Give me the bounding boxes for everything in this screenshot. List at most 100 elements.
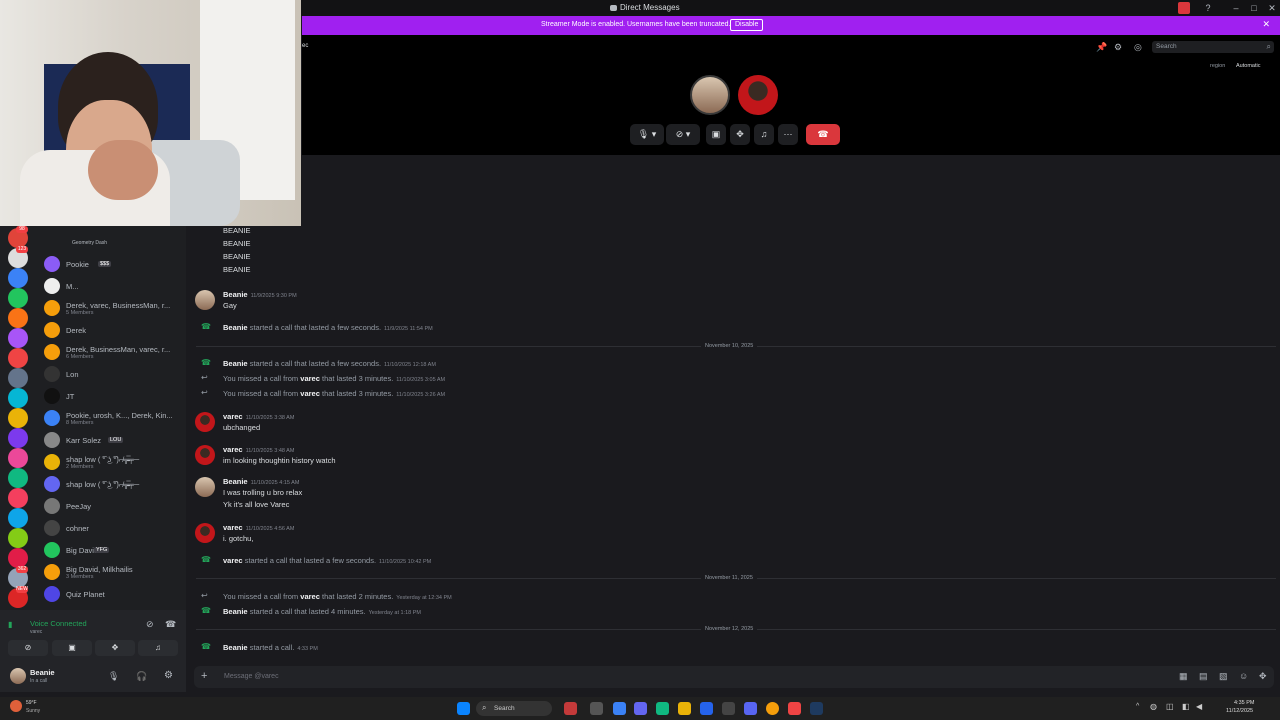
pin-icon[interactable]: 📌	[1096, 42, 1107, 53]
dm-item[interactable]: Pookie $$$	[44, 254, 184, 274]
dm-item[interactable]: Quiz Planet	[44, 584, 184, 604]
avatar[interactable]	[10, 668, 26, 684]
screen-share-button[interactable]: ▣	[706, 124, 726, 145]
voice-channel[interactable]: varec	[30, 629, 42, 635]
app-icon-3[interactable]	[788, 702, 801, 715]
voice-status[interactable]: Voice Connected	[30, 619, 87, 628]
teams-icon[interactable]	[634, 702, 647, 715]
mute-button[interactable]: 🎙 ▾	[630, 124, 664, 145]
soundboard-button[interactable]: ♫	[138, 640, 178, 656]
soundboard-button[interactable]: ♫	[754, 124, 774, 145]
chrome-icon[interactable]	[766, 702, 779, 715]
microphone-icon[interactable]: 🎙	[108, 671, 119, 682]
message-author[interactable]: varec	[223, 523, 243, 532]
dm-item[interactable]: PeeJay	[44, 496, 184, 516]
help-icon[interactable]: ?	[1202, 2, 1214, 14]
server-icon[interactable]	[8, 408, 28, 428]
region-select[interactable]: Automatic	[1236, 63, 1260, 69]
message-author[interactable]: varec	[223, 412, 243, 421]
file-explorer-icon[interactable]	[678, 702, 691, 715]
search-input[interactable]: Search ⌕	[1152, 41, 1274, 53]
volume-icon[interactable]: ◀	[1196, 702, 1202, 711]
weather-icon[interactable]	[10, 700, 22, 712]
network-icon[interactable]: ◧	[1182, 702, 1190, 711]
server-icon[interactable]	[8, 448, 28, 468]
taskbar-search[interactable]: ⌕ Search	[476, 701, 552, 716]
avatar[interactable]	[195, 523, 215, 543]
disconnect-button[interactable]: ☎	[806, 124, 840, 145]
dm-item[interactable]: Karr Solez LOU	[44, 430, 184, 450]
minimize-button[interactable]: –	[1230, 2, 1242, 14]
server-icon[interactable]	[8, 528, 28, 548]
maximize-button[interactable]: □	[1248, 2, 1260, 14]
notepad-icon[interactable]	[722, 702, 735, 715]
dm-item[interactable]: Pookie, urosh, K..., Derek, Kin... 8 Memb…	[44, 408, 184, 428]
screen-share-button[interactable]: ▣	[52, 640, 92, 656]
message-author[interactable]: varec	[300, 592, 320, 601]
message-author[interactable]: varec	[300, 389, 320, 398]
gif-icon[interactable]: ▤	[1199, 671, 1208, 682]
dm-item[interactable]: Lon	[44, 364, 184, 384]
dm-item[interactable]: ꜱhap low ( ͡° ͜ʖ ͡°)⌐̸╦̵̵̿╤─	[44, 474, 184, 494]
tray-icon-1[interactable]: ◍	[1150, 702, 1157, 711]
activities-button[interactable]: ✥	[95, 640, 135, 656]
message-author[interactable]: Beanie	[223, 477, 248, 486]
camera-toggle-button[interactable]: ⊘	[8, 640, 48, 656]
avatar[interactable]	[195, 290, 215, 310]
server-icon[interactable]	[8, 288, 28, 308]
disable-button[interactable]: Disable	[730, 19, 764, 31]
user-name[interactable]: Beanie	[30, 668, 55, 677]
disconnect-voice-icon[interactable]: ☎	[165, 619, 176, 630]
add-friends-icon[interactable]: ⚙	[1114, 42, 1122, 53]
message-author[interactable]: varec	[223, 445, 243, 454]
clock-date[interactable]: 11/12/2025	[1226, 708, 1253, 714]
server-icon[interactable]	[8, 368, 28, 388]
close-banner-icon[interactable]: ✕	[1262, 19, 1270, 30]
message-author[interactable]: Beanie	[223, 359, 248, 368]
inbox-icon[interactable]	[1178, 2, 1190, 14]
message-author[interactable]: Beanie	[223, 323, 248, 332]
gift-icon[interactable]: ▦	[1179, 671, 1188, 682]
server-icon[interactable]	[8, 308, 28, 328]
server-icon[interactable]	[8, 388, 28, 408]
dm-item[interactable]: Geometry Dash	[44, 234, 184, 254]
participant-avatar-varec[interactable]	[738, 75, 778, 115]
apps-icon[interactable]: ✥	[1259, 671, 1267, 682]
dm-item[interactable]: cohner	[44, 518, 184, 538]
server-icon[interactable]	[8, 548, 28, 568]
server-icon[interactable]	[8, 468, 28, 488]
sticker-icon[interactable]: ▧	[1219, 671, 1228, 682]
dm-item[interactable]: Big David, Milkhailis 3 Members	[44, 562, 184, 582]
discord-taskbar-icon[interactable]	[744, 702, 757, 715]
add-attachment-icon[interactable]: +	[201, 670, 207, 682]
tray-chevron-icon[interactable]: ^	[1136, 703, 1139, 710]
avatar[interactable]	[195, 477, 215, 497]
dm-item[interactable]: ꜱhap low ( ͡° ͜ʖ ͡°)⌐̸╦̵̵̿╤─ 2 Members	[44, 452, 184, 472]
message-author[interactable]: Beanie	[223, 643, 248, 652]
dm-item[interactable]: Derek, varec, BusinessMan, r... 5 Members	[44, 298, 184, 318]
settings-gear-icon[interactable]: ⚙	[164, 670, 173, 681]
server-icon[interactable]	[8, 348, 28, 368]
server-icon[interactable]	[8, 328, 28, 348]
more-button[interactable]: ⋯	[778, 124, 798, 145]
participant-avatar-beanie[interactable]	[690, 75, 730, 115]
message-input[interactable]: Message @varec	[224, 673, 279, 680]
app-icon-2[interactable]	[613, 702, 626, 715]
dm-item[interactable]: Big David YFG	[44, 540, 184, 560]
message-author[interactable]: Beanie	[223, 290, 248, 299]
message-author[interactable]: Beanie	[223, 607, 248, 616]
task-view-icon[interactable]	[590, 702, 603, 715]
noise-suppression-icon[interactable]: ⊘	[146, 619, 154, 630]
windows-start-icon[interactable]	[457, 702, 470, 715]
dm-item[interactable]: Derek, BusinessMan, varec, r... 6 Members	[44, 342, 184, 362]
clock-time[interactable]: 4:35 PM	[1234, 700, 1254, 706]
server-icon[interactable]	[8, 428, 28, 448]
server-icon[interactable]	[8, 268, 28, 288]
message-composer[interactable]: + Message @varec ▦ ▤ ▧ ☺ ✥	[194, 666, 1274, 688]
tray-icon-2[interactable]: ◫	[1166, 702, 1174, 711]
camera-button[interactable]: ⊘ ▾	[666, 124, 700, 145]
activities-button[interactable]: ✥	[730, 124, 750, 145]
edge-icon[interactable]	[656, 702, 669, 715]
headphones-icon[interactable]: 🎧	[136, 671, 147, 682]
dm-item[interactable]: Derek	[44, 320, 184, 340]
